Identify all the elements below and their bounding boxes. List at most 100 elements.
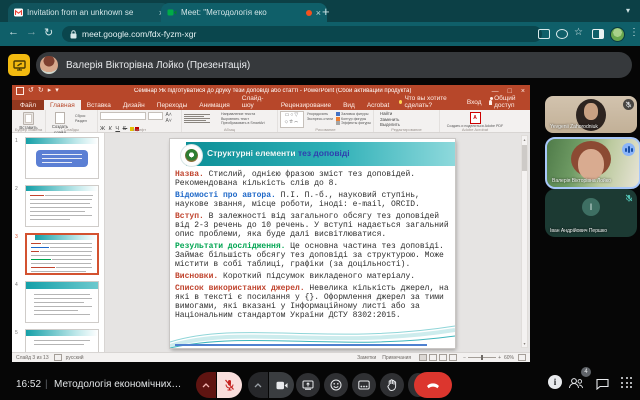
slide-thumbnail-1[interactable] [25, 137, 99, 179]
quick-styles-button[interactable]: Экспресс-стили [307, 117, 333, 122]
spellcheck-icon[interactable] [54, 354, 62, 361]
mic-options-chevron[interactable] [196, 372, 216, 398]
zoom-level[interactable]: 60% [504, 355, 514, 361]
browser-tab-meet[interactable]: Meet: "Методологія еко × [161, 3, 327, 22]
slideshow-icon[interactable]: ▸ [48, 85, 52, 97]
ribbon-tab-file[interactable]: Файл [12, 100, 44, 110]
redo-icon[interactable]: ↻ [38, 85, 44, 97]
tab-label: Invitation from an unknown se [27, 8, 155, 17]
new-slide-icon[interactable] [55, 112, 65, 124]
ribbon-tab-slideshow[interactable]: Слайд-шоу [236, 93, 275, 110]
camera-button[interactable] [269, 372, 294, 398]
current-slide[interactable]: Структурні елементи тез доповіді Назва. … [170, 139, 455, 348]
bookmark-star-icon[interactable]: ☆ [574, 27, 583, 38]
language-indicator[interactable]: русский [66, 355, 84, 361]
slide-thumbnail-3-selected[interactable] [25, 233, 99, 275]
view-reading-icon[interactable] [439, 354, 447, 361]
translate-icon[interactable] [556, 29, 568, 39]
reactions-emoji-button[interactable] [324, 373, 348, 397]
participant-tile-3[interactable]: І Іван Андрійович Першко [545, 189, 637, 237]
close-icon[interactable]: × [521, 88, 525, 95]
ribbon-tab-transitions[interactable]: Переходы [151, 100, 194, 110]
browser-toolbar: ← → ↻ meet.google.com/fdx-fyzm-xgr ☆ ⋮ [0, 22, 640, 46]
browser-tab-gmail[interactable]: Invitation from an unknown se × [8, 3, 170, 22]
chat-button[interactable] [596, 377, 609, 395]
minimize-icon[interactable]: — [492, 88, 499, 95]
shape-effects-button[interactable]: Эффекты фигуры [336, 121, 371, 126]
ribbon-tab-insert[interactable]: Вставка [81, 100, 117, 110]
adobe-pdf-icon[interactable]: A [470, 112, 481, 124]
tell-me-box[interactable]: Что вы хотите сделать? [399, 95, 462, 110]
comments-button[interactable]: Примечания [382, 355, 411, 361]
slide-thumbnail-4[interactable] [25, 281, 99, 323]
ribbon-group-acrobat: A Создать и поделиться Adobe PDF Adobe A… [440, 110, 510, 132]
participant-name: Валерія Вікторівна Лойко [552, 178, 611, 184]
side-panel-icon[interactable] [592, 29, 604, 39]
camera-options-chevron[interactable] [248, 372, 268, 398]
tab-search-chevron-icon[interactable]: ▾ [626, 6, 630, 15]
slide-thumbnail-2[interactable] [25, 185, 99, 227]
ppt-ribbon-tabs: Файл Главная Вставка Дизайн Переходы Ани… [12, 97, 530, 110]
meeting-details-info-button[interactable]: i [548, 375, 562, 389]
ribbon-tab-acrobat[interactable]: Acrobat [361, 100, 395, 110]
font-name-box[interactable] [100, 112, 146, 120]
undo-icon[interactable]: ↺ [28, 85, 34, 97]
captions-button[interactable] [352, 373, 376, 397]
reload-icon[interactable]: ↻ [44, 26, 53, 39]
back-icon[interactable]: ← [8, 26, 19, 38]
participant-initial-avatar: І [582, 198, 600, 216]
restore-icon[interactable]: □ [508, 88, 512, 95]
view-slideshow-icon[interactable] [449, 354, 457, 361]
sign-in-button[interactable]: Вход [467, 99, 482, 106]
ribbon-tab-design[interactable]: Дизайн [117, 100, 151, 110]
view-sorter-icon[interactable] [429, 354, 437, 361]
zoom-slider[interactable] [468, 357, 496, 358]
shapes-gallery[interactable]: ▭○▽⬦☆⌒ [280, 111, 304, 128]
mic-muted-button[interactable] [217, 372, 242, 398]
profile-avatar[interactable] [610, 27, 625, 42]
browser-tab-strip: Invitation from an unknown se × Meet: "М… [0, 0, 640, 22]
end-call-button[interactable] [414, 372, 452, 398]
zoom-in-icon[interactable]: + [498, 355, 501, 361]
view-normal-icon[interactable] [419, 354, 427, 361]
slide-title: Структурні елементи тез доповіді [207, 148, 350, 158]
smartart-button[interactable]: Преобразовать в SmartArt [221, 121, 265, 126]
people-button[interactable] [568, 376, 584, 394]
participant-tile-2-active-speaker[interactable]: Валерія Вікторівна Лойко [545, 137, 640, 189]
zoom-out-icon[interactable]: − [463, 355, 466, 361]
new-tab-button[interactable]: + [322, 4, 330, 19]
quick-access-toolbar[interactable]: ↺ ↻ ▸ ▾ [16, 85, 59, 97]
section-text: Короткий підсумок викладеного матеріалу. [218, 272, 415, 281]
tab-close-icon[interactable]: × [316, 8, 321, 18]
share-button[interactable]: Общий доступ [489, 95, 525, 109]
ribbon-tab-review[interactable]: Рецензирование [275, 100, 337, 110]
speaking-indicator-icon [622, 143, 635, 156]
ribbon-tab-view[interactable]: Вид [337, 100, 361, 110]
browser-menu-icon[interactable]: ⋮ [629, 27, 639, 38]
section-button[interactable]: Раздел [75, 119, 87, 124]
fit-to-window-icon[interactable] [518, 354, 526, 361]
powerpoint-window: ↺ ↻ ▸ ▾ Семінар Як підготуватися до друк… [12, 85, 530, 362]
presenter-banner[interactable]: Валерія Вікторівна Лойко (Презентація) [36, 52, 632, 78]
workspace-scrollbar[interactable]: ▴ ▾ [521, 135, 528, 348]
notes-button[interactable]: Заметки [357, 355, 376, 361]
font-size-box[interactable] [148, 112, 164, 120]
slide-thumbnail-panel: 1 2 [12, 133, 105, 352]
apps-grid-button[interactable] [621, 377, 633, 389]
save-icon[interactable] [16, 87, 24, 95]
media-controls-icon[interactable] [538, 29, 550, 39]
paste-icon[interactable] [23, 112, 34, 125]
ribbon-tab-animations[interactable]: Анимация [193, 100, 236, 110]
slide-thumbnail-5[interactable] [25, 329, 99, 352]
ribbon-tab-home[interactable]: Главная [44, 100, 81, 110]
reset-button[interactable]: Сброс [75, 114, 87, 119]
participant-tile-1[interactable]: Yevgenii Zahorodniuk [545, 96, 637, 133]
clock: 16:52 [16, 379, 41, 390]
address-bar[interactable]: meet.google.com/fdx-fyzm-xgr [62, 26, 542, 42]
ribbon-group-drawing: ▭○▽⬦☆⌒ Упорядочить Экспресс-стили Заливк… [278, 110, 374, 132]
ribbon-group-font: A˄ A˅ Ж К Ч S Шрифт [98, 110, 182, 132]
forward-icon[interactable]: → [26, 26, 37, 38]
present-screen-button[interactable] [296, 373, 320, 397]
raise-hand-button[interactable] [380, 373, 404, 397]
presenting-indicator-icon[interactable] [8, 54, 30, 76]
